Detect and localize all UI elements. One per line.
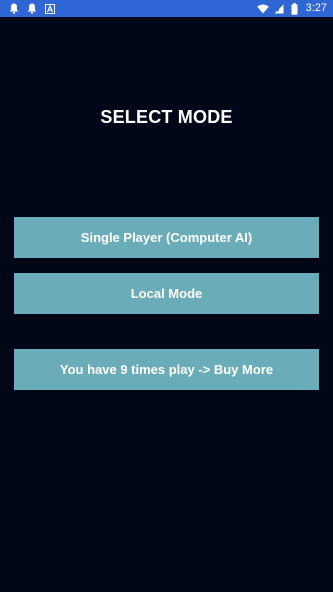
buy-more-button[interactable]: You have 9 times play -> Buy More xyxy=(14,349,319,390)
notification-bell-icon xyxy=(8,3,20,15)
local-mode-button[interactable]: Local Mode xyxy=(14,273,319,314)
local-mode-button-label: Local Mode xyxy=(130,286,203,301)
status-time: 3:27 xyxy=(305,2,327,14)
status-notifications xyxy=(8,2,56,15)
notification-bell-icon xyxy=(26,3,38,15)
status-system: 3:27 xyxy=(256,1,327,16)
status-bar: 3:27 xyxy=(0,0,333,17)
page-title: SELECT MODE xyxy=(100,107,233,127)
single-player-button-label: Single Player (Computer AI) xyxy=(80,230,253,245)
buy-more-button-label: You have 9 times play -> Buy More xyxy=(59,362,274,377)
single-player-button[interactable]: Single Player (Computer AI) xyxy=(14,217,319,258)
wifi-icon xyxy=(256,3,269,15)
battery-icon xyxy=(289,2,301,15)
app-a-icon xyxy=(44,3,56,15)
cell-signal-icon xyxy=(273,3,285,15)
